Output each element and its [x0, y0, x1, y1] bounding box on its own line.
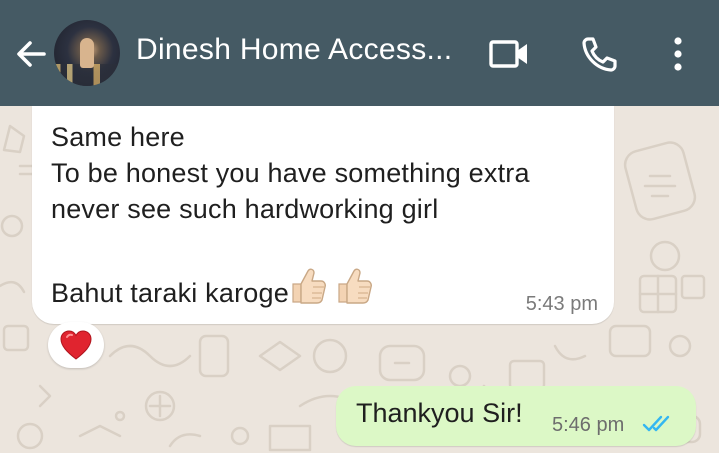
message-line-with-emoji: Bahut taraki karoge: [51, 266, 373, 309]
thumbs-up-icon: [338, 268, 372, 304]
phone-icon[interactable]: [580, 34, 620, 74]
red-heart-icon: [60, 330, 92, 360]
contact-name[interactable]: Dinesh Home Access...: [136, 33, 452, 67]
message-timestamp: 5:46 pm: [552, 414, 625, 436]
message-line: never see such hardworking girl: [51, 194, 439, 224]
incoming-message-bubble[interactable]: Same here To be honest you have somethin…: [32, 106, 614, 324]
message-text: Thankyou Sir!: [356, 398, 523, 428]
read-double-tick-icon: [642, 415, 670, 432]
contact-avatar[interactable]: [54, 20, 120, 86]
video-call-icon[interactable]: [488, 36, 530, 72]
message-reaction[interactable]: [48, 322, 104, 368]
message-line: To be honest you have something extra: [51, 158, 530, 188]
message-line: Bahut taraki karoge: [51, 278, 289, 308]
message-line: Same here: [51, 122, 185, 152]
avatar-figure: [80, 38, 94, 68]
chat-header: Dinesh Home Access...: [0, 0, 719, 106]
back-arrow-icon[interactable]: [14, 36, 50, 72]
message-timestamp: 5:43 pm: [525, 293, 598, 315]
outgoing-message-bubble[interactable]: Thankyou Sir! 5:46 pm: [336, 386, 696, 446]
more-vert-icon[interactable]: [670, 36, 686, 72]
thumbs-up-icon: [292, 268, 326, 304]
